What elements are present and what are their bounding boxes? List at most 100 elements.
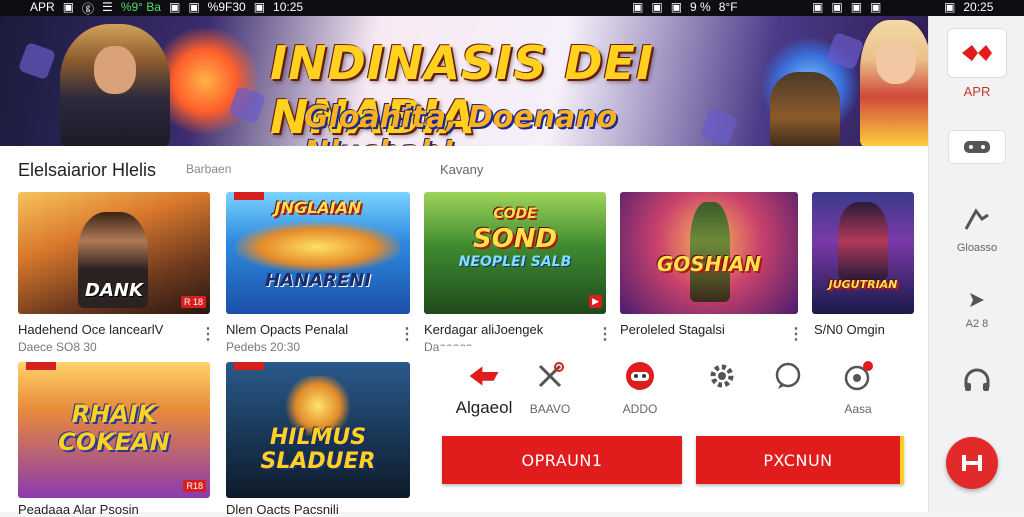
action-item[interactable]: Aasa xyxy=(828,360,888,416)
sidebar-item-app[interactable]: APR xyxy=(929,28,1024,99)
status-icon: ☰ xyxy=(102,0,113,14)
status-carrier: APR xyxy=(30,0,55,14)
status-text: %9° Ba xyxy=(120,0,161,14)
controller-icon xyxy=(624,360,656,392)
action-item[interactable]: Algaeol xyxy=(454,360,514,418)
status-icon: ▣ xyxy=(168,0,181,14)
gamepad-icon xyxy=(948,130,1006,164)
action-label: Aasa xyxy=(844,402,872,416)
action-item[interactable] xyxy=(692,360,752,402)
section-subtitle: Barbaen xyxy=(186,162,232,176)
status-icon: ▣ xyxy=(651,0,663,14)
status-icon: ▣ xyxy=(188,0,200,14)
status-icon: ▣ xyxy=(632,0,644,14)
art-text: HANARENI xyxy=(265,270,371,291)
game-card[interactable]: JNGLAIAN HANARENI xyxy=(226,192,410,314)
art-text: RHAIK COKEAN xyxy=(58,400,170,456)
chat-icon xyxy=(772,360,804,392)
action-item[interactable]: BAAVO xyxy=(520,360,580,416)
status-icon: ▣ xyxy=(944,0,956,14)
action-item[interactable] xyxy=(758,360,818,402)
game-card[interactable]: RHAIK COKEAN R18 xyxy=(18,362,210,498)
art-header: CODE xyxy=(493,206,537,222)
status-icon: ▣ xyxy=(831,0,843,14)
game-card[interactable]: GOSHIAN xyxy=(620,192,798,314)
more-options-icon[interactable]: ⋮ xyxy=(597,324,613,344)
status-bar: APR ▣ ⓖ ☰ %9° Ba ▣ ▣ %9F30 ▣ 10:25 ▣ ▣ ▣… xyxy=(0,0,1024,16)
card-meta: Daece SO8 30 xyxy=(18,340,97,354)
game-card[interactable]: CODE SOND NEOPLEI SALB ▶ xyxy=(424,192,606,314)
action-panel: Algaeol BAAVO ADDO Aasa OPRAUN1 PXCNUN xyxy=(440,346,928,512)
tag-ribbon xyxy=(26,362,56,370)
sidebar-item-support[interactable] xyxy=(929,364,1024,396)
status-text: %9F30 xyxy=(207,0,246,14)
card-title: Kerdagar aliJoengek xyxy=(424,322,544,337)
status-time: 10:25 xyxy=(273,0,304,14)
art-text: GOSHIAN xyxy=(656,252,762,276)
banner-subtitle: Gloahita, Doenano Nluchah! xyxy=(304,100,618,146)
status-icon: ▣ xyxy=(670,0,683,14)
sidebar-item-send[interactable]: A2 8 xyxy=(929,288,1024,330)
card-title: Peadaaa Alar Psosin xyxy=(18,502,139,517)
action-label: Algaeol xyxy=(455,398,513,417)
gem-decoration xyxy=(17,41,57,81)
character-art xyxy=(838,202,888,280)
hero-banner[interactable]: INDINASIS DEI NNABIA Gloahita, Doenano N… xyxy=(0,16,928,146)
status-left: APR ▣ ⓖ ☰ %9° Ba ▣ ▣ %9F30 ▣ 10:25 xyxy=(30,0,303,17)
age-badge: R 18 xyxy=(180,296,206,308)
status-far-right: ▣ 20:25 xyxy=(944,0,993,14)
hero-character-left xyxy=(60,24,170,146)
hero-character-right-small xyxy=(770,72,840,146)
status-icon: ▣ xyxy=(870,0,882,14)
section-title: Elelsaiarior Hlelis xyxy=(18,160,157,180)
more-options-icon[interactable]: ⋮ xyxy=(399,324,415,344)
game-card[interactable]: JUGUTRIAN xyxy=(812,192,914,314)
status-right: ▣ ▣ ▣ ▣ xyxy=(812,0,881,14)
game-card[interactable]: HILMUS SLADUER xyxy=(226,362,410,498)
action-item[interactable]: ADDO xyxy=(610,360,670,416)
status-icon: ▣ xyxy=(850,0,863,14)
age-badge: R18 xyxy=(183,480,206,492)
status-icon: ▣ xyxy=(62,0,75,14)
art-subtext: NEOPLEI SALB xyxy=(458,254,572,270)
notification-icon xyxy=(842,360,874,392)
art-text: SOND xyxy=(472,224,558,254)
section-tab[interactable]: Kavany xyxy=(440,162,483,177)
secondary-button[interactable]: PXCNUN xyxy=(696,436,904,484)
share-icon xyxy=(961,204,993,236)
send-icon xyxy=(965,288,989,312)
primary-button[interactable]: OPRAUN1 xyxy=(442,436,682,484)
red-arrow-icon xyxy=(468,360,500,392)
primary-button-arrow xyxy=(652,446,680,474)
home-fab-button[interactable] xyxy=(946,437,998,489)
gear-icon xyxy=(706,360,738,392)
status-icon: ▣ xyxy=(812,0,824,14)
card-title: Dlen Oacts Pacsnili xyxy=(226,502,339,517)
tools-icon xyxy=(534,360,566,392)
sidebar-label: APR xyxy=(963,84,991,99)
status-text: 8°F xyxy=(718,0,738,14)
more-options-icon[interactable]: ⋮ xyxy=(200,324,216,344)
card-title: Nlem Opacts Penalal xyxy=(226,322,349,337)
status-icon: ⓖ xyxy=(82,2,95,16)
sidebar-label: Gloasso xyxy=(956,242,998,254)
status-battery: 9 % xyxy=(690,0,711,14)
home-icon xyxy=(962,455,982,471)
card-meta: Pedebs 20:30 xyxy=(226,340,301,354)
card-title: S/N0 Omgin xyxy=(814,322,885,337)
game-card[interactable]: DANK R 18 xyxy=(18,192,210,314)
sidebar-item-games[interactable] xyxy=(929,130,1024,164)
hero-character-right xyxy=(860,20,928,146)
art-burst xyxy=(236,222,400,272)
play-badge: ▶ xyxy=(589,295,602,308)
status-time: 20:25 xyxy=(963,0,994,14)
art-header: JNGLAIAN xyxy=(274,198,362,217)
sidebar-label: A2 8 xyxy=(965,318,989,330)
more-options-icon[interactable]: ⋮ xyxy=(788,324,804,344)
tag-ribbon xyxy=(234,362,264,370)
headset-icon xyxy=(961,364,993,396)
sidebar-item-share[interactable]: Gloasso xyxy=(929,204,1024,254)
app-logo-icon xyxy=(947,28,1007,78)
art-text: JUGUTRIAN xyxy=(828,278,898,291)
action-label: ADDO xyxy=(622,402,658,416)
